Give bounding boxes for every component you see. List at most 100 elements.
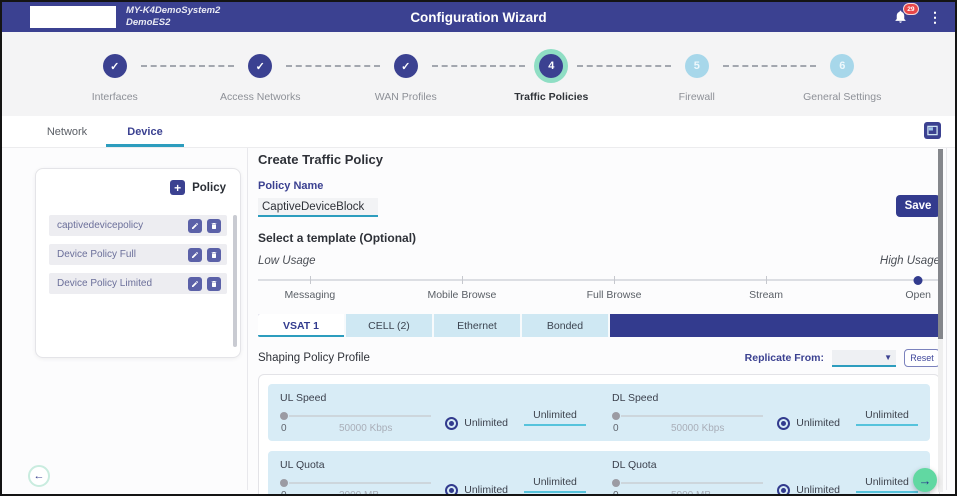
policy-name: captivedevicepolicy (57, 220, 183, 231)
ul-speed-slider[interactable]: 0 50000 Kbps (280, 411, 435, 435)
dl-speed-slider-knob[interactable] (612, 412, 620, 420)
template-slider[interactable]: Messaging Mobile Browse Full Browse Stre… (258, 273, 940, 303)
edit-policy-button[interactable] (188, 248, 202, 262)
right-panel-divider (946, 148, 947, 490)
dl-speed-slider[interactable]: 0 50000 Kbps (612, 411, 767, 435)
policy-row-device-policy-full[interactable]: Device Policy Full (49, 244, 227, 265)
dl-quota-slider-knob[interactable] (612, 479, 620, 487)
edit-policy-button[interactable] (188, 277, 202, 291)
low-usage-label: Low Usage (258, 255, 316, 267)
ul-quota-unlimited-radio[interactable] (445, 484, 458, 496)
dl-quota-slider[interactable]: 0 5000 MB (612, 478, 767, 496)
dl-quota-label: DL Quota (612, 459, 918, 471)
main-scrollbar[interactable] (938, 149, 943, 492)
kebab-menu-button[interactable]: ⋮ (925, 9, 945, 26)
step-traffic-policies[interactable]: 4 Traffic Policies (479, 32, 625, 116)
replicate-group: Replicate From: ▼ Reset (745, 349, 940, 367)
popout-window-icon (927, 125, 938, 136)
template-option-mobile-browse[interactable]: Mobile Browse (427, 289, 496, 301)
ul-speed-value-field[interactable]: Unlimited (524, 409, 586, 426)
step-wan-profiles[interactable]: ✓ WAN Profiles (333, 32, 479, 116)
ul-quota-slider[interactable]: 0 2000 MB (280, 478, 435, 496)
template-option-messaging[interactable]: Messaging (284, 289, 335, 301)
policy-name-input[interactable] (258, 198, 378, 217)
ul-quota-section: UL Quota 0 2000 MB Unlimited Unlimited (280, 459, 586, 496)
step-access-networks[interactable]: ✓ Access Networks (188, 32, 334, 116)
ul-speed-min: 0 (281, 423, 287, 434)
top-bar-actions: 29 ⋮ (893, 2, 945, 32)
template-option-open[interactable]: Open (905, 289, 931, 301)
pencil-icon (191, 222, 199, 230)
shaping-header-row: Shaping Policy Profile Replicate From: ▼… (258, 349, 940, 367)
wan-profile-tab-bar: VSAT 1 CELL (2) Ethernet Bonded (258, 314, 940, 337)
tab-device[interactable]: Device (106, 116, 184, 147)
back-button[interactable]: ← (28, 465, 50, 487)
policy-row-captivedevicepolicy[interactable]: captivedevicepolicy (49, 215, 227, 236)
replicate-from-select[interactable]: ▼ (832, 350, 896, 367)
pencil-icon (191, 251, 199, 259)
dl-quota-slider-track (621, 482, 763, 484)
trash-icon (210, 251, 218, 259)
tab-cell[interactable]: CELL (2) (346, 314, 434, 337)
usage-labels: Low Usage High Usage (258, 255, 940, 267)
step-general-settings[interactable]: 6 General Settings (770, 32, 916, 116)
policy-list-panel: + Policy captivedevicepolicy Device Poli… (35, 168, 241, 358)
template-option-full-browse[interactable]: Full Browse (587, 289, 642, 301)
page-title: Configuration Wizard (2, 10, 955, 25)
tab-network[interactable]: Network (28, 116, 106, 147)
ul-quota-slider-knob[interactable] (280, 479, 288, 487)
next-button[interactable]: → (913, 468, 937, 492)
popout-window-button[interactable] (924, 122, 941, 139)
delete-policy-button[interactable] (207, 277, 221, 291)
step-firewall[interactable]: 5 Firewall (624, 32, 770, 116)
dl-quota-max: 5000 MB (671, 490, 711, 496)
tab-bonded[interactable]: Bonded (522, 314, 610, 337)
check-icon: ✓ (401, 60, 410, 73)
step-done-circle: ✓ (394, 54, 418, 78)
tab-label: Device (127, 126, 162, 138)
check-icon: ✓ (256, 60, 265, 73)
template-slider-handle[interactable] (914, 276, 923, 285)
trash-icon (210, 280, 218, 288)
add-policy-button[interactable]: + Policy (170, 180, 226, 195)
ul-speed-section: UL Speed 0 50000 Kbps Unlimited Unlimite… (280, 392, 586, 435)
ul-speed-slider-track (289, 415, 431, 417)
policy-list: captivedevicepolicy Device Policy Full D… (49, 215, 227, 294)
trash-icon (210, 222, 218, 230)
step-label: Firewall (679, 91, 715, 103)
ul-speed-unlimited-radio[interactable] (445, 417, 458, 430)
delete-policy-button[interactable] (207, 248, 221, 262)
policy-list-scrollbar[interactable] (233, 215, 237, 347)
tab-label: Network (47, 126, 87, 138)
shaping-profile-card: UL Speed 0 50000 Kbps Unlimited Unlimite… (258, 374, 940, 496)
dl-speed-unlimited-radio[interactable] (777, 417, 790, 430)
dl-speed-section: DL Speed 0 50000 Kbps Unlimited Unlimite… (612, 392, 918, 435)
dl-quota-unlimited-radio[interactable] (777, 484, 790, 496)
edit-policy-button[interactable] (188, 219, 202, 233)
template-slider-track[interactable] (258, 279, 940, 281)
tab-ethernet[interactable]: Ethernet (434, 314, 522, 337)
reset-button[interactable]: Reset (904, 349, 940, 367)
left-panel-divider (247, 148, 248, 490)
template-option-stream[interactable]: Stream (749, 289, 783, 301)
tab-vsat-1[interactable]: VSAT 1 (258, 314, 346, 337)
policy-row-device-policy-limited[interactable]: Device Policy Limited (49, 273, 227, 294)
ul-quota-value-field[interactable]: Unlimited (524, 476, 586, 493)
main-scrollbar-thumb[interactable] (938, 149, 943, 339)
step-interfaces[interactable]: ✓ Interfaces (42, 32, 188, 116)
policy-name: Device Policy Limited (57, 278, 183, 289)
dl-speed-value-field[interactable]: Unlimited (856, 409, 918, 426)
speed-card: UL Speed 0 50000 Kbps Unlimited Unlimite… (268, 384, 930, 441)
delete-policy-button[interactable] (207, 219, 221, 233)
slider-tick (462, 276, 463, 284)
dl-speed-slider-track (621, 415, 763, 417)
ul-speed-slider-knob[interactable] (280, 412, 288, 420)
notifications-button[interactable]: 29 (893, 9, 909, 25)
dl-quota-value-field[interactable]: Unlimited (856, 476, 918, 493)
save-button[interactable]: Save (896, 195, 940, 217)
top-bar: MY-K4DemoSystem2 DemoES2 Configuration W… (2, 2, 955, 32)
ul-quota-label: UL Quota (280, 459, 586, 471)
high-usage-label: High Usage (880, 255, 940, 267)
plus-icon: + (170, 180, 185, 195)
step-label: WAN Profiles (375, 91, 437, 103)
